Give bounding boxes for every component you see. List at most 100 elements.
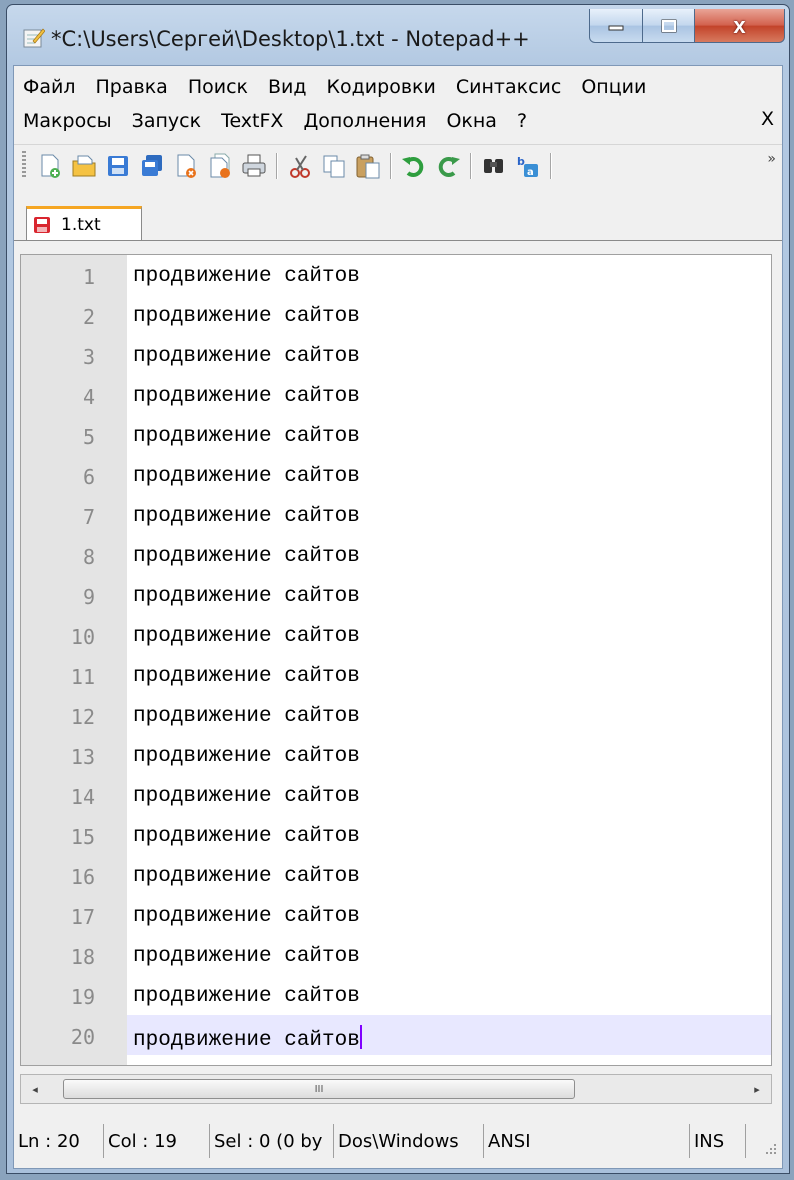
- menu-syntax[interactable]: Синтаксис: [456, 76, 561, 98]
- menu-macros[interactable]: Макросы: [23, 110, 112, 132]
- open-file-icon[interactable]: [70, 153, 98, 179]
- close-all-icon[interactable]: [206, 153, 234, 179]
- line-text[interactable]: продвижение сайтов: [133, 505, 360, 528]
- editor-line[interactable]: 8 продвижение сайтов: [21, 535, 771, 575]
- line-text[interactable]: продвижение сайтов: [133, 985, 360, 1008]
- line-text[interactable]: продвижение сайтов: [133, 305, 360, 328]
- line-number: 8: [82, 545, 95, 569]
- scroll-right-arrow-icon[interactable]: ▸: [743, 1075, 771, 1103]
- line-text[interactable]: продвижение сайтов: [133, 585, 360, 608]
- line-text[interactable]: продвижение сайтов: [133, 705, 360, 728]
- window-title: *C:\Users\Сергей\Desktop\1.txt - Notepad…: [51, 27, 530, 51]
- line-number: 6: [82, 465, 95, 489]
- line-text[interactable]: продвижение сайтов: [133, 785, 360, 808]
- editor-line[interactable]: 4 продвижение сайтов: [21, 375, 771, 415]
- find-icon[interactable]: [480, 153, 508, 179]
- menu-file[interactable]: Файл: [23, 76, 76, 98]
- line-text-content: продвижение сайтов: [133, 865, 360, 888]
- editor-line[interactable]: 18 продвижение сайтов: [21, 935, 771, 975]
- editor-line[interactable]: 17 продвижение сайтов: [21, 895, 771, 935]
- cut-icon[interactable]: [286, 153, 314, 179]
- tab-label: 1.txt: [61, 214, 101, 235]
- editor-line[interactable]: 15 продвижение сайтов: [21, 815, 771, 855]
- editor-line[interactable]: 6 продвижение сайтов: [21, 455, 771, 495]
- menu-row-2: Макросы Запуск TextFX Дополнения Окна ? …: [14, 104, 782, 138]
- replace-icon[interactable]: ba: [514, 153, 542, 179]
- line-text[interactable]: продвижение сайтов: [133, 865, 360, 888]
- toolbar-grip[interactable]: [22, 151, 26, 179]
- line-text[interactable]: продвижение сайтов: [133, 665, 360, 688]
- editor-line[interactable]: 16 продвижение сайтов: [21, 855, 771, 895]
- text-caret: [359, 1025, 362, 1049]
- editor-line[interactable]: 12 продвижение сайтов: [21, 695, 771, 735]
- close-file-icon[interactable]: [172, 153, 200, 179]
- minimize-button[interactable]: [589, 9, 643, 43]
- print-icon[interactable]: [240, 153, 268, 179]
- menu-plugins[interactable]: Дополнения: [303, 110, 426, 132]
- copy-icon[interactable]: [320, 153, 348, 179]
- menu-encoding[interactable]: Кодировки: [327, 76, 436, 98]
- editor-line[interactable]: 5 продвижение сайтов: [21, 415, 771, 455]
- undo-icon[interactable]: [400, 153, 428, 179]
- minimize-icon: [608, 25, 624, 30]
- new-file-icon[interactable]: [36, 153, 64, 179]
- close-document-button[interactable]: X: [761, 108, 774, 130]
- editor-line[interactable]: 11 продвижение сайтов: [21, 655, 771, 695]
- svg-text:a: a: [527, 167, 534, 178]
- editor-line[interactable]: 14 продвижение сайтов: [21, 775, 771, 815]
- menu-textfx[interactable]: TextFX: [221, 110, 283, 132]
- editor-line[interactable]: 20 продвижение сайтов: [21, 1015, 771, 1055]
- line-text[interactable]: продвижение сайтов: [133, 745, 360, 768]
- editor-line[interactable]: 10 продвижение сайтов: [21, 615, 771, 655]
- line-text[interactable]: продвижение сайтов: [133, 905, 360, 928]
- editor-line[interactable]: 19 продвижение сайтов: [21, 975, 771, 1015]
- toolbar-separator: [390, 153, 392, 179]
- title-bar[interactable]: *C:\Users\Сергей\Desktop\1.txt - Notepad…: [7, 5, 789, 65]
- editor-line[interactable]: 3 продвижение сайтов: [21, 335, 771, 375]
- menu-window[interactable]: Окна: [446, 110, 497, 132]
- save-icon[interactable]: [104, 153, 132, 179]
- line-text[interactable]: продвижение сайтов: [133, 945, 360, 968]
- editor-lines: 1 продвижение сайтов 2 продвижение сайтов 3 п…: [21, 255, 771, 1055]
- close-window-button[interactable]: x: [695, 9, 785, 43]
- editor-line[interactable]: 2 продвижение сайтов: [21, 295, 771, 335]
- editor-line[interactable]: 13 продвижение сайтов: [21, 735, 771, 775]
- editor-area[interactable]: 1 продвижение сайтов 2 продвижение сайтов 3 п…: [20, 254, 772, 1066]
- editor-line[interactable]: 9 продвижение сайтов: [21, 575, 771, 615]
- line-text[interactable]: продвижение сайтов: [133, 1025, 362, 1052]
- tab-1-txt[interactable]: 1.txt: [26, 206, 142, 240]
- save-all-icon[interactable]: [138, 153, 166, 179]
- editor-line[interactable]: 1 продвижение сайтов: [21, 255, 771, 295]
- line-text[interactable]: продвижение сайтов: [133, 825, 360, 848]
- menu-search[interactable]: Поиск: [188, 76, 248, 98]
- status-bar: Ln : 20 Col : 19 Sel : 0 (0 by Dos\Windo…: [14, 1116, 782, 1166]
- menu-help[interactable]: ?: [517, 110, 527, 132]
- menu-edit[interactable]: Правка: [96, 76, 168, 98]
- line-text[interactable]: продвижение сайтов: [133, 385, 360, 408]
- resize-grip-icon[interactable]: [764, 1142, 778, 1156]
- line-text[interactable]: продвижение сайтов: [133, 425, 360, 448]
- editor-line[interactable]: 7 продвижение сайтов: [21, 495, 771, 535]
- line-text[interactable]: продвижение сайтов: [133, 545, 360, 568]
- redo-icon[interactable]: [434, 153, 462, 179]
- line-number: 17: [70, 905, 95, 929]
- menu-view[interactable]: Вид: [268, 76, 307, 98]
- menu-run[interactable]: Запуск: [132, 110, 201, 132]
- line-number: 1: [82, 265, 95, 289]
- line-text[interactable]: продвижение сайтов: [133, 265, 360, 288]
- paste-icon[interactable]: [354, 153, 382, 179]
- scroll-left-arrow-icon[interactable]: ◂: [21, 1075, 49, 1103]
- line-text[interactable]: продвижение сайтов: [133, 345, 360, 368]
- line-number: 18: [70, 945, 95, 969]
- menu-options[interactable]: Опции: [581, 76, 646, 98]
- toolbar-overflow-button[interactable]: »: [767, 151, 776, 167]
- scrollbar-thumb[interactable]: III: [63, 1079, 575, 1099]
- line-text-content: продвижение сайтов: [133, 665, 360, 688]
- maximize-button[interactable]: [643, 9, 695, 43]
- close-icon: x: [733, 12, 746, 38]
- line-text[interactable]: продвижение сайтов: [133, 625, 360, 648]
- line-text[interactable]: продвижение сайтов: [133, 465, 360, 488]
- toolbar-separator: [276, 153, 278, 179]
- line-text-content: продвижение сайтов: [133, 465, 360, 488]
- horizontal-scrollbar[interactable]: ◂ III ▸: [20, 1074, 772, 1104]
